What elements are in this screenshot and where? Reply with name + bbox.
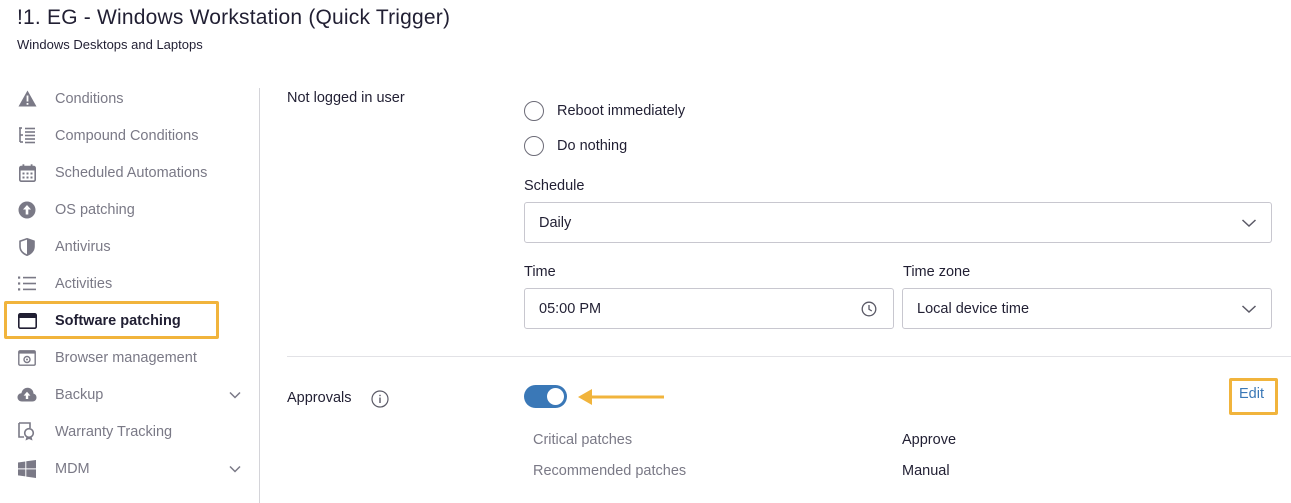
- sidebar-item-label: Antivirus: [55, 238, 111, 255]
- radio-label: Reboot immediately: [557, 103, 686, 119]
- radio-reboot-immediately[interactable]: Reboot immediately: [524, 101, 685, 121]
- warranty-icon: [17, 422, 37, 442]
- sidebar-item-warranty-tracking[interactable]: Warranty Tracking: [0, 413, 250, 450]
- radio-circle[interactable]: [524, 101, 544, 121]
- page-title: !1. EG - Windows Workstation (Quick Trig…: [17, 6, 451, 29]
- approvals-label: Approvals: [287, 390, 352, 406]
- sidebar-item-compound-conditions[interactable]: Compound Conditions: [0, 117, 250, 154]
- chevron-down-icon: [1241, 218, 1257, 227]
- chevron-down-icon[interactable]: [228, 462, 242, 476]
- schedule-label: Schedule: [524, 178, 585, 194]
- section-divider: [287, 356, 1291, 357]
- windows-logo-icon: [17, 459, 37, 479]
- warning-icon: [17, 89, 37, 109]
- schedule-select[interactable]: Daily: [524, 202, 1272, 243]
- sidebar-item-os-patching[interactable]: OS patching: [0, 191, 250, 228]
- sidebar-divider: [259, 88, 260, 503]
- sidebar-item-label: MDM: [55, 460, 90, 477]
- radio-do-nothing[interactable]: Do nothing: [524, 136, 627, 156]
- page-subtitle: Windows Desktops and Laptops: [17, 37, 203, 52]
- tree-list-icon: [17, 126, 37, 146]
- radio-label: Do nothing: [557, 138, 628, 154]
- sidebar-item-scheduled-automations[interactable]: Scheduled Automations: [0, 154, 250, 191]
- info-icon[interactable]: [371, 390, 389, 408]
- window-icon: [17, 311, 37, 331]
- sidebar-item-label: Software patching: [55, 312, 181, 329]
- list-icon: [17, 274, 37, 294]
- time-label: Time: [524, 264, 556, 280]
- sidebar-item-label: OS patching: [55, 201, 135, 218]
- sidebar-item-conditions[interactable]: Conditions: [0, 80, 250, 117]
- sidebar-item-label: Activities: [55, 275, 113, 292]
- sidebar-item-label: Backup: [55, 386, 104, 403]
- sidebar-item-activities[interactable]: Activities: [0, 265, 250, 302]
- sidebar-item-label: Compound Conditions: [55, 127, 199, 144]
- calendar-icon: [17, 163, 37, 183]
- radio-circle[interactable]: [524, 136, 544, 156]
- shield-icon: [17, 237, 37, 257]
- approval-value-recommended: Manual: [902, 463, 950, 479]
- chevron-down-icon: [1241, 304, 1257, 313]
- sidebar-item-backup[interactable]: Backup: [0, 376, 250, 413]
- sidebar-item-label: Scheduled Automations: [55, 164, 208, 181]
- edit-approvals-link[interactable]: Edit: [1239, 386, 1264, 402]
- sidebar-item-label: Conditions: [55, 90, 124, 107]
- approval-key-critical: Critical patches: [533, 432, 633, 448]
- approvals-toggle[interactable]: [524, 385, 567, 408]
- toggle-knob: [547, 388, 564, 405]
- time-value: 05:00 PM: [539, 300, 602, 317]
- schedule-value: Daily: [539, 214, 572, 231]
- browser-icon: [17, 348, 37, 368]
- arrow-annotation-icon: [578, 389, 664, 405]
- sidebar-item-software-patching[interactable]: Software patching: [0, 302, 250, 339]
- upload-circle-icon: [17, 200, 37, 220]
- sidebar-item-browser-management[interactable]: Browser management: [0, 339, 250, 376]
- approval-key-recommended: Recommended patches: [533, 463, 687, 479]
- time-input[interactable]: 05:00 PM: [524, 288, 894, 329]
- timezone-select[interactable]: Local device time: [902, 288, 1272, 329]
- clock-icon[interactable]: [861, 301, 877, 317]
- sidebar-item-antivirus[interactable]: Antivirus: [0, 228, 250, 265]
- timezone-label: Time zone: [903, 264, 971, 280]
- sidebar-item-label: Browser management: [55, 349, 197, 366]
- cloud-upload-icon: [17, 385, 37, 405]
- chevron-down-icon[interactable]: [228, 388, 242, 402]
- sidebar-item-label: Warranty Tracking: [55, 423, 173, 440]
- not-logged-in-label: Not logged in user: [287, 90, 405, 106]
- sidebar-item-mdm[interactable]: MDM: [0, 450, 250, 487]
- approval-value-critical: Approve: [902, 432, 957, 448]
- timezone-value: Local device time: [917, 300, 1030, 317]
